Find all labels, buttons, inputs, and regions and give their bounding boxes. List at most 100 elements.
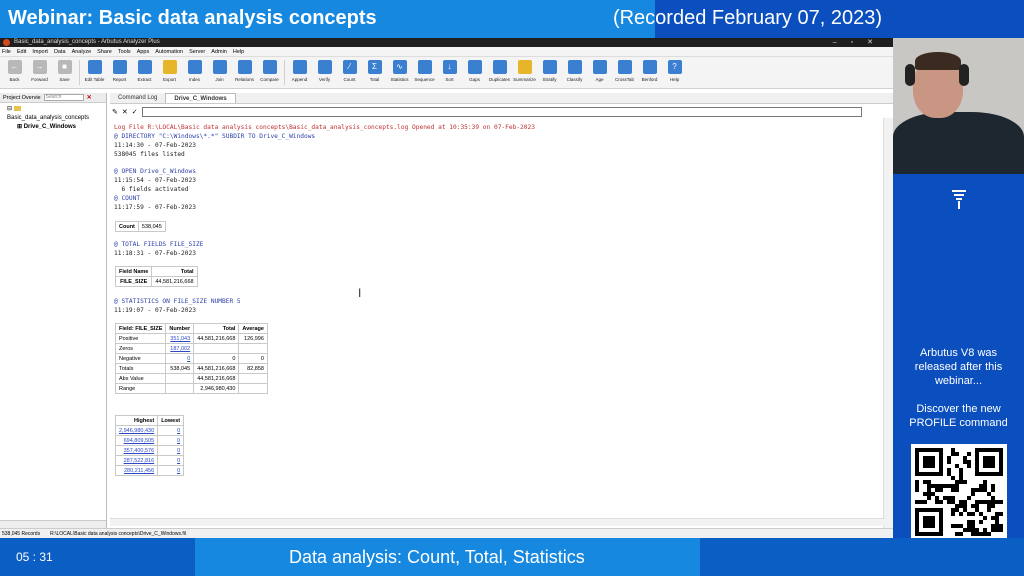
- export-button[interactable]: Export: [157, 57, 182, 88]
- drilldown-link[interactable]: 2,946,980,430: [119, 428, 154, 434]
- statistics-button[interactable]: ∿ Statistics: [387, 57, 412, 88]
- menu-item[interactable]: Tools: [118, 47, 131, 56]
- menu-item[interactable]: File: [2, 47, 11, 56]
- compare-button[interactable]: Compare: [257, 57, 282, 88]
- classify-button[interactable]: Classify: [562, 57, 587, 88]
- menu-item[interactable]: Automation: [155, 47, 183, 56]
- qr-module: [971, 504, 975, 508]
- qr-module: [995, 520, 999, 524]
- drilldown-link[interactable]: 187,002: [170, 346, 190, 352]
- highest-lowest-table: Highest Lowest 2,946,980,430 0 694,809,505 0 3…: [114, 415, 185, 476]
- menu-item[interactable]: Admin: [211, 47, 227, 56]
- menu-bar: File Edit Import Data Analyze Share Tools Apps A…: [0, 47, 893, 57]
- log-line[interactable]: @ COUNT: [114, 195, 140, 202]
- hl-cell-high[interactable]: 280,211,456: [114, 465, 159, 476]
- menu-item[interactable]: Import: [32, 47, 48, 56]
- forward-button[interactable]: → Forward: [27, 57, 52, 88]
- collapse-icon[interactable]: ⊟: [7, 106, 12, 112]
- drilldown-link[interactable]: 694,809,505: [124, 438, 155, 444]
- log-line[interactable]: @ TOTAL FIELDS FILE_SIZE: [114, 241, 203, 248]
- drilldown-link[interactable]: 280,211,456: [124, 468, 154, 474]
- drilldown-link[interactable]: 0: [177, 458, 180, 464]
- tree-item-table[interactable]: ⊞ Drive_C_Windows: [3, 123, 103, 132]
- relations-button[interactable]: Relations: [232, 57, 257, 88]
- qr-module: [955, 524, 959, 528]
- hl-cell-high[interactable]: 694,809,505: [114, 435, 159, 446]
- drilldown-link[interactable]: 351,043: [170, 336, 190, 342]
- report-button[interactable]: Report: [107, 57, 132, 88]
- sequence-button[interactable]: Sequence: [412, 57, 437, 88]
- benford-button[interactable]: Benford: [637, 57, 662, 88]
- total-button[interactable]: Σ Total: [362, 57, 387, 88]
- qr-code[interactable]: [911, 444, 1007, 540]
- window-controls[interactable]: –▫✕: [833, 38, 887, 47]
- tree-item-project[interactable]: ⊟ Basic_data_analysis_concepts: [3, 105, 103, 123]
- accept-icon[interactable]: ✓: [132, 108, 138, 116]
- menu-item[interactable]: Analyze: [72, 47, 92, 56]
- save-button[interactable]: ■ Save: [52, 57, 77, 88]
- hl-cell-high[interactable]: 357,400,576: [114, 445, 159, 456]
- stats-cell-total: 44,581,216,668: [193, 333, 240, 344]
- join-button[interactable]: Join: [207, 57, 232, 88]
- drilldown-link[interactable]: 0: [177, 468, 180, 474]
- hl-cell-low[interactable]: 0: [157, 455, 185, 466]
- command-input[interactable]: [141, 106, 862, 117]
- stats-cell-number[interactable]: 187,002: [165, 343, 195, 354]
- qr-module: [931, 484, 935, 488]
- edit-table-button[interactable]: Edit Table: [82, 57, 107, 88]
- menu-item[interactable]: Data: [54, 47, 66, 56]
- crosstab-button[interactable]: CrossTab: [612, 57, 637, 88]
- menu-item[interactable]: Help: [233, 47, 244, 56]
- edit-icon[interactable]: ✎: [112, 108, 118, 116]
- stratify-button[interactable]: Stratify: [537, 57, 562, 88]
- menu-item[interactable]: Server: [189, 47, 205, 56]
- verify-button[interactable]: Verify: [312, 57, 337, 88]
- sort-button[interactable]: ↓ Sort: [437, 57, 462, 88]
- drilldown-link[interactable]: 0: [177, 438, 180, 444]
- clear-search-icon[interactable]: ✕: [87, 94, 92, 101]
- hl-cell-low[interactable]: 0: [157, 465, 185, 476]
- expand-icon[interactable]: ⊞: [17, 124, 22, 130]
- vertical-scrollbar[interactable]: [883, 118, 893, 548]
- log-line[interactable]: @ DIRECTORY "C:\Windows\*.*" SUBDIR TO D…: [114, 133, 315, 140]
- age-button[interactable]: Age: [587, 57, 612, 88]
- toolbar-label: Count: [343, 77, 356, 82]
- hl-cell-high[interactable]: 2,946,980,430: [114, 425, 159, 436]
- menu-item[interactable]: Apps: [137, 47, 150, 56]
- stats-cell-name: Totals: [114, 363, 167, 374]
- hl-cell-low[interactable]: 0: [157, 445, 185, 456]
- hl-cell-high[interactable]: 287,522,816: [114, 455, 159, 466]
- drilldown-link[interactable]: 357,400,576: [124, 448, 155, 454]
- cancel-icon[interactable]: ✕: [122, 108, 128, 116]
- drilldown-link[interactable]: 0: [177, 448, 180, 454]
- extract-button[interactable]: Extract: [132, 57, 157, 88]
- gaps-button[interactable]: Gaps: [462, 57, 487, 88]
- duplicates-button[interactable]: Duplicates: [487, 57, 512, 88]
- hl-cell-low[interactable]: 0: [157, 425, 185, 436]
- drilldown-link[interactable]: 287,522,816: [124, 458, 155, 464]
- index-button[interactable]: Index: [182, 57, 207, 88]
- qr-module: [971, 528, 975, 532]
- stats-cell-number[interactable]: 0: [165, 353, 195, 364]
- folder-icon: [13, 105, 21, 111]
- pane-scrollbar[interactable]: [0, 520, 106, 528]
- tab-drive-c-windows[interactable]: Drive_C_Windows: [165, 93, 236, 103]
- video-timestamp: 05 : 31: [16, 550, 53, 564]
- count-button[interactable]: ⁄ Count: [337, 57, 362, 88]
- stats-cell-number[interactable]: 351,043: [165, 333, 195, 344]
- append-button[interactable]: Append: [287, 57, 312, 88]
- back-button[interactable]: ← Back: [2, 57, 27, 88]
- tab-command-log[interactable]: Command Log: [110, 93, 165, 103]
- summarize-button[interactable]: Summarize: [512, 57, 537, 88]
- log-line[interactable]: @ STATISTICS ON FILE_SIZE NUMBER 5: [114, 298, 241, 305]
- drilldown-link[interactable]: 0: [177, 428, 180, 434]
- help-button[interactable]: ? Help: [662, 57, 687, 88]
- project-search-input[interactable]: Search: [43, 94, 84, 101]
- menu-item[interactable]: Share: [97, 47, 112, 56]
- drilldown-link[interactable]: 0: [187, 356, 190, 362]
- hl-cell-low[interactable]: 0: [157, 435, 185, 446]
- log-line[interactable]: @ OPEN Drive_C_Windows: [114, 168, 196, 175]
- qr-module: [915, 488, 919, 492]
- menu-item[interactable]: Edit: [17, 47, 26, 56]
- horizontal-scrollbar[interactable]: [110, 518, 885, 526]
